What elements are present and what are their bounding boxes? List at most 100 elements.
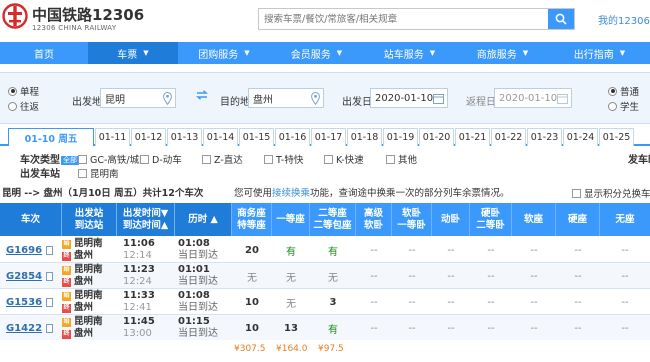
seat-second[interactable]: 有 <box>310 315 356 341</box>
departure-time-label: 发车时 <box>628 155 650 166</box>
seat-unavailable: -- <box>487 296 495 308</box>
railway-logo-icon[interactable] <box>2 3 28 29</box>
train-info-icon[interactable] <box>46 323 54 333</box>
arrival-time: 12:14 <box>123 250 152 261</box>
filter-t-label: T-特快 <box>276 155 304 166</box>
search-input[interactable] <box>259 9 529 29</box>
results-table-header: 车次 出发站 到达站 出发时间▼ 到达时间▲ 历时 ▲ 商务座 特等座 一等座 二等座… <box>0 203 650 236</box>
brand-name[interactable]: 中国铁路12306 <box>32 4 144 25</box>
filter-z[interactable]: Z-直达 <box>202 152 243 166</box>
col-soft-seat: 软座 <box>512 203 556 236</box>
date-tab[interactable]: 01-13 <box>167 128 202 146</box>
train-type-label: 车次类型 全部 <box>20 151 79 166</box>
my-account-link[interactable]: 我的12306 <box>598 12 650 27</box>
date-tab-active[interactable]: 01-10 周五 <box>8 128 94 146</box>
seat-first[interactable]: 无 <box>272 263 310 289</box>
train-number-link[interactable]: G1536 <box>6 297 42 308</box>
swap-stations-icon[interactable] <box>196 90 208 100</box>
filter-k-label: K-快速 <box>336 155 364 166</box>
filter-other[interactable]: 其他 <box>386 152 417 166</box>
date-tab[interactable]: 01-12 <box>131 128 166 146</box>
ticket-type-student[interactable]: 学生 <box>608 99 639 113</box>
table-row: G1696 始昆明南终盘州 11:06 12:14 01:08 当日到达 20 有有 -- -- -… <box>0 237 650 263</box>
nav-member-label: 会员服务 <box>290 49 331 61</box>
col-times[interactable]: 出发时间▼ 到达时间▲ <box>117 203 175 236</box>
seat-second[interactable]: 有 <box>310 237 356 263</box>
train-number-link[interactable]: G1422 <box>6 323 42 334</box>
date-tab[interactable]: 01-14 <box>203 128 238 146</box>
start-station-icon: 始 <box>62 239 71 249</box>
filter-station-kunmingnan[interactable]: 昆明南 <box>78 166 119 180</box>
nav-tickets[interactable]: 车票 ▼ <box>88 42 178 64</box>
trip-round[interactable]: 往返 <box>8 99 39 113</box>
train-info-icon[interactable] <box>46 297 54 307</box>
depart-date-value: 2020-01-10 <box>375 92 434 104</box>
location-pin-icon <box>163 92 172 105</box>
points-exchange-toggle[interactable]: 显示积分兑换车 <box>572 186 650 200</box>
train-type-all-button[interactable]: 全部 <box>61 155 79 165</box>
to-field[interactable]: 盘州 <box>248 88 324 108</box>
date-tab[interactable]: 01-15 <box>239 128 274 146</box>
date-tab[interactable]: 01-23 <box>527 128 562 146</box>
seat-first[interactable]: 13 <box>272 315 310 341</box>
search-button[interactable] <box>548 9 574 29</box>
date-tab[interactable]: 01-21 <box>455 128 490 146</box>
train-info-icon[interactable] <box>46 245 54 255</box>
depart-date-field[interactable]: 2020-01-10 <box>370 88 448 108</box>
col-deluxe-l1: 高级 <box>363 207 383 219</box>
seat-first[interactable]: 无 <box>272 289 310 315</box>
from-station: 昆明南 <box>74 316 103 327</box>
duration-cell: 01:08 当日到达 <box>178 289 232 315</box>
seat-unavailable: -- <box>621 244 629 256</box>
to-station: 盘州 <box>74 302 94 313</box>
filter-d[interactable]: D-动车 <box>140 152 182 166</box>
nav-group-service[interactable]: 团购服务 ▼ <box>178 42 270 64</box>
nav-member-service[interactable]: 会员服务 ▼ <box>270 42 363 64</box>
seat-business[interactable]: 20 <box>232 237 272 263</box>
chevron-down-icon: ▼ <box>244 49 250 57</box>
col-emu-label: 动卧 <box>440 213 460 225</box>
date-tab[interactable]: 01-18 <box>347 128 382 146</box>
date-tab[interactable]: 01-22 <box>491 128 526 146</box>
seat-second[interactable]: 无 <box>310 263 356 289</box>
col-stations-l2: 到达站 <box>74 219 104 231</box>
date-tab[interactable]: 01-17 <box>311 128 346 146</box>
seat-business[interactable]: 无 <box>232 263 272 289</box>
filter-gc[interactable]: GC-高铁/城际 <box>78 152 149 166</box>
date-tab[interactable]: 01-16 <box>275 128 310 146</box>
seat-business[interactable]: 10 <box>232 289 272 315</box>
trip-round-label: 往返 <box>20 102 40 113</box>
nav-business-service[interactable]: 商旅服务 ▼ <box>456 42 549 64</box>
train-number-link[interactable]: G1696 <box>6 245 42 256</box>
checkbox-icon <box>140 154 149 164</box>
col-second-class: 二等座 二等包座 <box>310 203 356 236</box>
transfer-tip: 您可使用接续换乘功能，查询途中换乘一次的部分列车余票情况。 <box>234 185 510 199</box>
return-date-field[interactable]: 2020-01-10 <box>494 88 572 108</box>
date-tab[interactable]: 01-11 <box>95 128 130 146</box>
seat-second[interactable]: 3 <box>310 289 356 315</box>
seat-business[interactable]: 10 <box>232 315 272 341</box>
transfer-tip-suffix: 功能，查询途中换乘一次的部分列车余票情况。 <box>310 188 510 199</box>
date-tab[interactable]: 01-20 <box>419 128 454 146</box>
train-number-link[interactable]: G2854 <box>6 271 42 282</box>
filter-k[interactable]: K-快速 <box>324 152 364 166</box>
col-duration[interactable]: 历时 ▲ <box>175 203 232 236</box>
seat-unavailable: -- <box>408 244 416 256</box>
date-tab[interactable]: 01-19 <box>383 128 418 146</box>
seat-first[interactable]: 有 <box>272 237 310 263</box>
seat-unavailable: -- <box>447 296 455 308</box>
nav-station-service[interactable]: 站车服务 ▼ <box>363 42 456 64</box>
stations-cell: 始昆明南终盘州 <box>62 315 117 341</box>
trip-one-way[interactable]: 单程 <box>8 84 39 98</box>
transfer-link[interactable]: 接续换乘 <box>272 188 310 199</box>
nav-station-label: 站车服务 <box>383 49 424 61</box>
nav-home[interactable]: 首页 <box>0 42 88 64</box>
start-station-icon: 始 <box>62 291 71 301</box>
train-info-icon[interactable] <box>46 271 54 281</box>
filter-t[interactable]: T-特快 <box>264 152 303 166</box>
nav-travel-guide[interactable]: 出行指南 ▼ <box>549 42 650 64</box>
date-tab[interactable]: 01-25 <box>599 128 634 146</box>
date-tab[interactable]: 01-24 <box>563 128 598 146</box>
ticket-type-normal[interactable]: 普通 <box>608 84 639 98</box>
from-field[interactable]: 昆明 <box>100 88 176 108</box>
